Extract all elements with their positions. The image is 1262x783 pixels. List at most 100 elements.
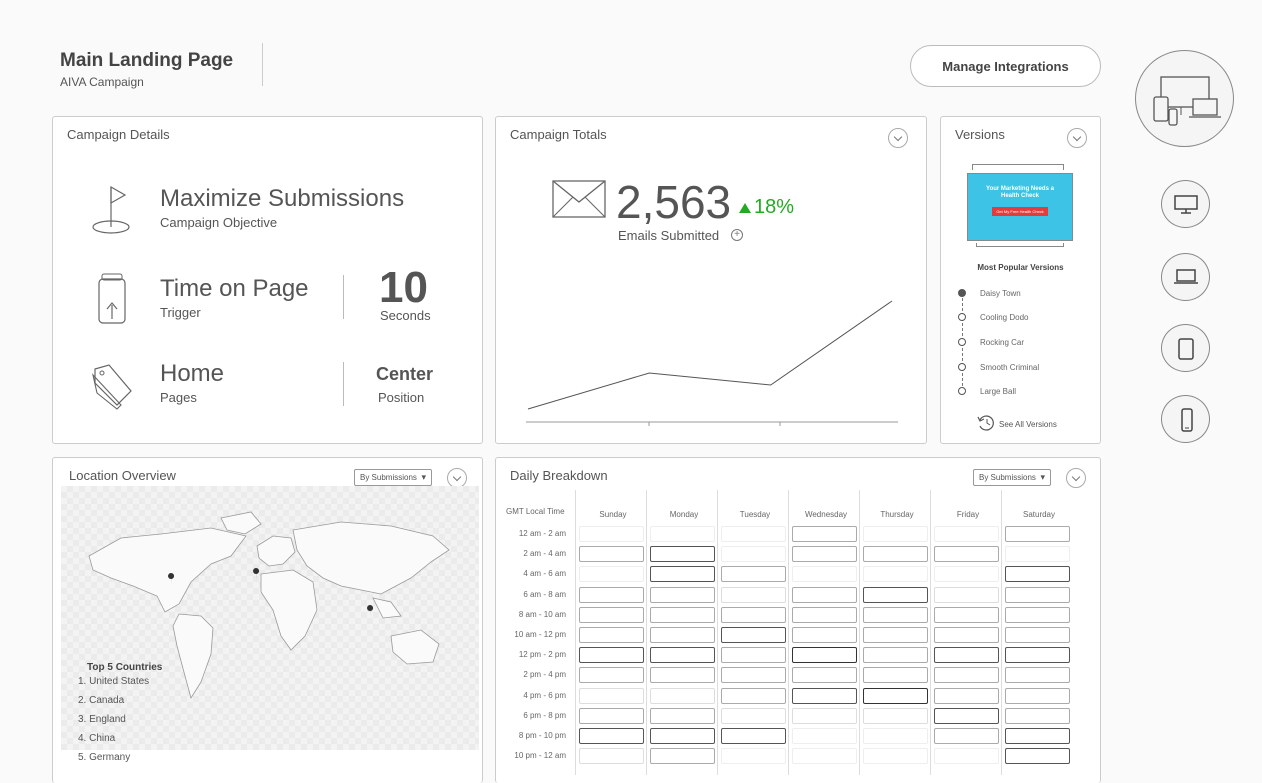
heatmap-cell[interactable]: [579, 566, 644, 583]
chevron-down-icon[interactable]: [1066, 468, 1086, 488]
heatmap-cell[interactable]: [934, 566, 999, 583]
heatmap-cell[interactable]: [579, 526, 644, 542]
heatmap-cell[interactable]: [1005, 546, 1070, 563]
heatmap-cell[interactable]: [792, 728, 857, 744]
heatmap-cell[interactable]: [1005, 627, 1070, 643]
heatmap-cell[interactable]: [721, 748, 786, 765]
heatmap-cell[interactable]: [863, 647, 928, 664]
heatmap-cell[interactable]: [792, 606, 857, 623]
world-map[interactable]: [61, 486, 479, 750]
heatmap-cell[interactable]: [721, 586, 786, 603]
desktop-button[interactable]: [1161, 180, 1210, 228]
heatmap-cell[interactable]: [934, 586, 999, 603]
heatmap-cell[interactable]: [650, 627, 715, 643]
chevron-down-icon[interactable]: [888, 128, 908, 148]
heatmap-cell[interactable]: [792, 627, 857, 643]
version-item[interactable]: Rocking Car: [980, 338, 1024, 347]
heatmap-cell[interactable]: [650, 748, 715, 765]
heatmap-cell[interactable]: [721, 546, 786, 563]
version-item[interactable]: Large Ball: [980, 387, 1016, 396]
heatmap-cell[interactable]: [721, 606, 786, 623]
heatmap-cell[interactable]: [721, 627, 786, 643]
heatmap-cell[interactable]: [650, 546, 715, 563]
heatmap-cell[interactable]: [579, 647, 644, 664]
heatmap-cell[interactable]: [863, 546, 928, 563]
heatmap-cell[interactable]: [1005, 606, 1070, 623]
heatmap-cell[interactable]: [934, 526, 999, 542]
heatmap-cell[interactable]: [579, 586, 644, 603]
heatmap-cell[interactable]: [863, 606, 928, 623]
manage-integrations-button[interactable]: Manage Integrations: [910, 45, 1101, 87]
heatmap-cell[interactable]: [579, 546, 644, 563]
heatmap-cell[interactable]: [721, 566, 786, 583]
tablet-button[interactable]: [1161, 324, 1210, 372]
heatmap-cell[interactable]: [934, 606, 999, 623]
heatmap-cell[interactable]: [1005, 707, 1070, 724]
heatmap-cell[interactable]: [934, 728, 999, 744]
heatmap-cell[interactable]: [934, 687, 999, 704]
heatmap-cell[interactable]: [1005, 667, 1070, 684]
heatmap-cell[interactable]: [650, 526, 715, 542]
heatmap-cell[interactable]: [721, 526, 786, 542]
heatmap-cell[interactable]: [792, 526, 857, 542]
heatmap-cell[interactable]: [863, 687, 928, 704]
heatmap-cell[interactable]: [721, 728, 786, 744]
heatmap-cell[interactable]: [863, 667, 928, 684]
heatmap-cell[interactable]: [1005, 748, 1070, 765]
heatmap-cell[interactable]: [792, 687, 857, 704]
heatmap-cell[interactable]: [1005, 728, 1070, 744]
heatmap-cell[interactable]: [650, 606, 715, 623]
heatmap-cell[interactable]: [792, 586, 857, 603]
heatmap-cell[interactable]: [650, 566, 715, 583]
heatmap-cell[interactable]: [792, 647, 857, 664]
version-thumbnail[interactable]: Your Marketing Needs a Health Check Get …: [967, 173, 1073, 241]
heatmap-cell[interactable]: [792, 566, 857, 583]
all-devices-button[interactable]: [1135, 50, 1234, 147]
heatmap-cell[interactable]: [934, 667, 999, 684]
add-icon[interactable]: +: [731, 229, 743, 241]
heatmap-cell[interactable]: [579, 748, 644, 765]
heatmap-cell[interactable]: [863, 566, 928, 583]
heatmap-cell[interactable]: [721, 707, 786, 724]
version-item[interactable]: Daisy Town: [980, 289, 1021, 298]
heatmap-cell[interactable]: [1005, 566, 1070, 583]
heatmap-cell[interactable]: [792, 748, 857, 765]
location-metric-dropdown[interactable]: By Submissions: [354, 469, 432, 486]
heatmap-cell[interactable]: [721, 647, 786, 664]
heatmap-cell[interactable]: [579, 728, 644, 744]
heatmap-cell[interactable]: [863, 707, 928, 724]
heatmap-cell[interactable]: [792, 707, 857, 724]
heatmap-cell[interactable]: [650, 687, 715, 704]
heatmap-cell[interactable]: [1005, 526, 1070, 542]
version-item[interactable]: Smooth Criminal: [980, 363, 1039, 372]
heatmap-cell[interactable]: [650, 707, 715, 724]
heatmap-cell[interactable]: [863, 526, 928, 542]
heatmap-cell[interactable]: [579, 606, 644, 623]
heatmap-cell[interactable]: [792, 667, 857, 684]
heatmap-cell[interactable]: [792, 546, 857, 563]
heatmap-cell[interactable]: [579, 687, 644, 704]
heatmap-cell[interactable]: [721, 687, 786, 704]
heatmap-cell[interactable]: [1005, 586, 1070, 603]
heatmap-cell[interactable]: [1005, 687, 1070, 704]
chevron-down-icon[interactable]: [447, 468, 467, 488]
heatmap-cell[interactable]: [863, 627, 928, 643]
heatmap-cell[interactable]: [579, 707, 644, 724]
heatmap-cell[interactable]: [579, 667, 644, 684]
heatmap-cell[interactable]: [934, 748, 999, 765]
heatmap-cell[interactable]: [863, 748, 928, 765]
heatmap-cell[interactable]: [934, 627, 999, 643]
heatmap-cell[interactable]: [721, 667, 786, 684]
laptop-button[interactable]: [1161, 253, 1210, 301]
daily-metric-dropdown[interactable]: By Submissions: [973, 469, 1051, 486]
chevron-down-icon[interactable]: [1067, 128, 1087, 148]
heatmap-cell[interactable]: [934, 647, 999, 664]
heatmap-cell[interactable]: [579, 627, 644, 643]
heatmap-cell[interactable]: [863, 586, 928, 603]
heatmap-cell[interactable]: [650, 586, 715, 603]
heatmap-cell[interactable]: [1005, 647, 1070, 664]
phone-button[interactable]: [1161, 395, 1210, 443]
heatmap-cell[interactable]: [650, 728, 715, 744]
heatmap-cell[interactable]: [863, 728, 928, 744]
heatmap-cell[interactable]: [934, 707, 999, 724]
